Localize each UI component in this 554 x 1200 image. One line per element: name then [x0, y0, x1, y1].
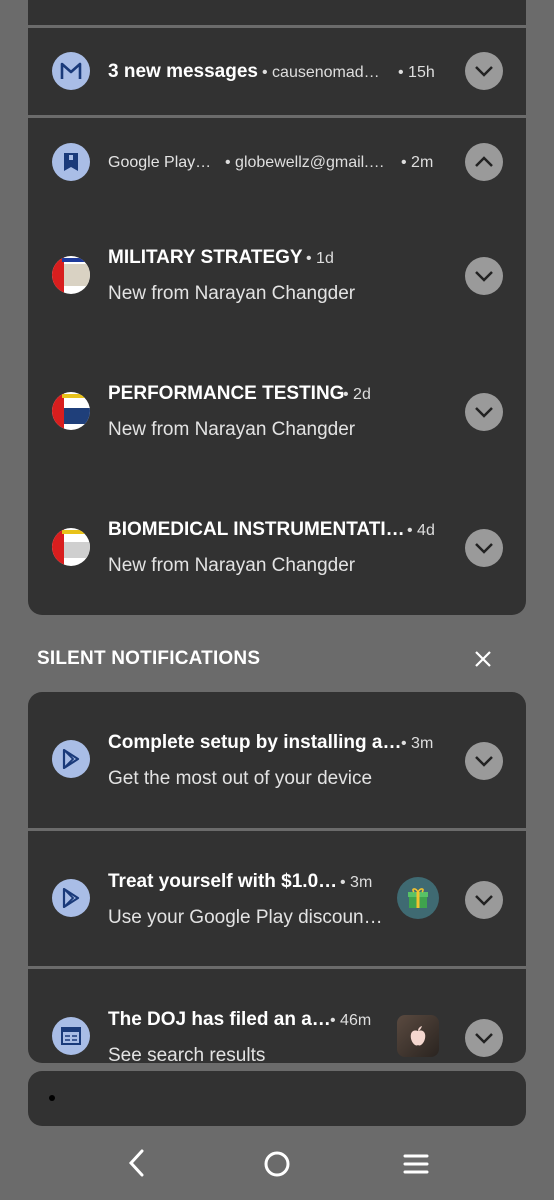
bottom-panel[interactable]: [28, 1071, 526, 1126]
back-icon[interactable]: [124, 1148, 152, 1178]
notification-time: • 3m: [340, 874, 373, 891]
collapse-button[interactable]: [465, 143, 503, 181]
gmail-icon: [52, 52, 90, 90]
chevron-up-icon: [475, 156, 493, 167]
notification-body: Use your Google Play discoun…: [108, 907, 383, 928]
notification-body: Get the most out of your device: [108, 768, 373, 789]
notification-body: See search results: [108, 1045, 266, 1063]
chevron-down-icon: [475, 756, 493, 767]
book-title: MILITARY STRATEGY: [108, 247, 303, 268]
play-books-icon: [52, 143, 90, 181]
book-time: • 2d: [343, 386, 371, 403]
notification-title: 3 new messages: [108, 61, 258, 82]
expand-button[interactable]: [465, 881, 503, 919]
apple-logo-icon: [397, 1015, 439, 1057]
indicator-dot: [49, 1095, 55, 1101]
expand-button[interactable]: [465, 529, 503, 567]
notification-title: Complete setup by installing a…: [108, 732, 402, 753]
notification-time: • 15h: [398, 64, 435, 81]
book-title: BIOMEDICAL INSTRUMENTATI…: [108, 519, 405, 540]
notification-time: • 2m: [401, 154, 434, 171]
play-store-icon: [52, 740, 90, 778]
silent-notification[interactable]: Treat yourself with $1.0… • 3m Use your …: [28, 831, 526, 966]
silent-notification[interactable]: Complete setup by installing a… • 3m Get…: [28, 692, 526, 828]
book-time: • 4d: [407, 522, 435, 539]
chevron-down-icon: [475, 271, 493, 282]
navigation-bar: [0, 1130, 554, 1200]
notification-time: • 46m: [330, 1012, 372, 1029]
menu-icon[interactable]: [402, 1152, 430, 1176]
silent-notification[interactable]: The DOJ has filed an a… • 46m See search…: [28, 969, 526, 1063]
chevron-down-icon: [475, 543, 493, 554]
gift-icon: [397, 877, 439, 919]
expand-button[interactable]: [465, 52, 503, 90]
home-icon[interactable]: [262, 1149, 292, 1179]
expand-button[interactable]: [465, 393, 503, 431]
expand-button[interactable]: [465, 1019, 503, 1057]
chevron-down-icon: [475, 66, 493, 77]
messages-notification[interactable]: 3 new messages • causenomad… • 15h: [28, 28, 526, 115]
expand-button[interactable]: [465, 742, 503, 780]
expand-button[interactable]: [465, 257, 503, 295]
chevron-down-icon: [475, 407, 493, 418]
book-body: New from Narayan Changder: [108, 419, 356, 440]
play-books-notification-group[interactable]: Google Play… • globewellz@gmail.… • 2m M…: [28, 118, 526, 615]
notification-sender: • causenomad…: [262, 64, 380, 81]
book-time: • 1d: [306, 250, 334, 267]
notification-title: Treat yourself with $1.0…: [108, 871, 338, 892]
silent-notifications-header: SILENT NOTIFICATIONS: [37, 648, 261, 669]
calendar-news-icon: [52, 1017, 90, 1055]
play-store-icon: [52, 879, 90, 917]
notification-title: The DOJ has filed an a…: [108, 1009, 331, 1030]
book-cover-icon: [52, 392, 90, 430]
book-body: New from Narayan Changder: [108, 283, 356, 304]
app-name: Google Play…: [108, 154, 212, 171]
account-email: • globewellz@gmail.…: [225, 154, 385, 171]
book-body: New from Narayan Changder: [108, 555, 356, 576]
book-title: PERFORMANCE TESTING: [108, 383, 345, 404]
notification-time: • 3m: [401, 735, 434, 752]
chevron-down-icon: [475, 895, 493, 906]
previous-notification-card: [28, 0, 526, 25]
close-icon[interactable]: [472, 648, 494, 670]
chevron-down-icon: [475, 1033, 493, 1044]
book-cover-icon: [52, 528, 90, 566]
book-cover-icon: [52, 256, 90, 294]
